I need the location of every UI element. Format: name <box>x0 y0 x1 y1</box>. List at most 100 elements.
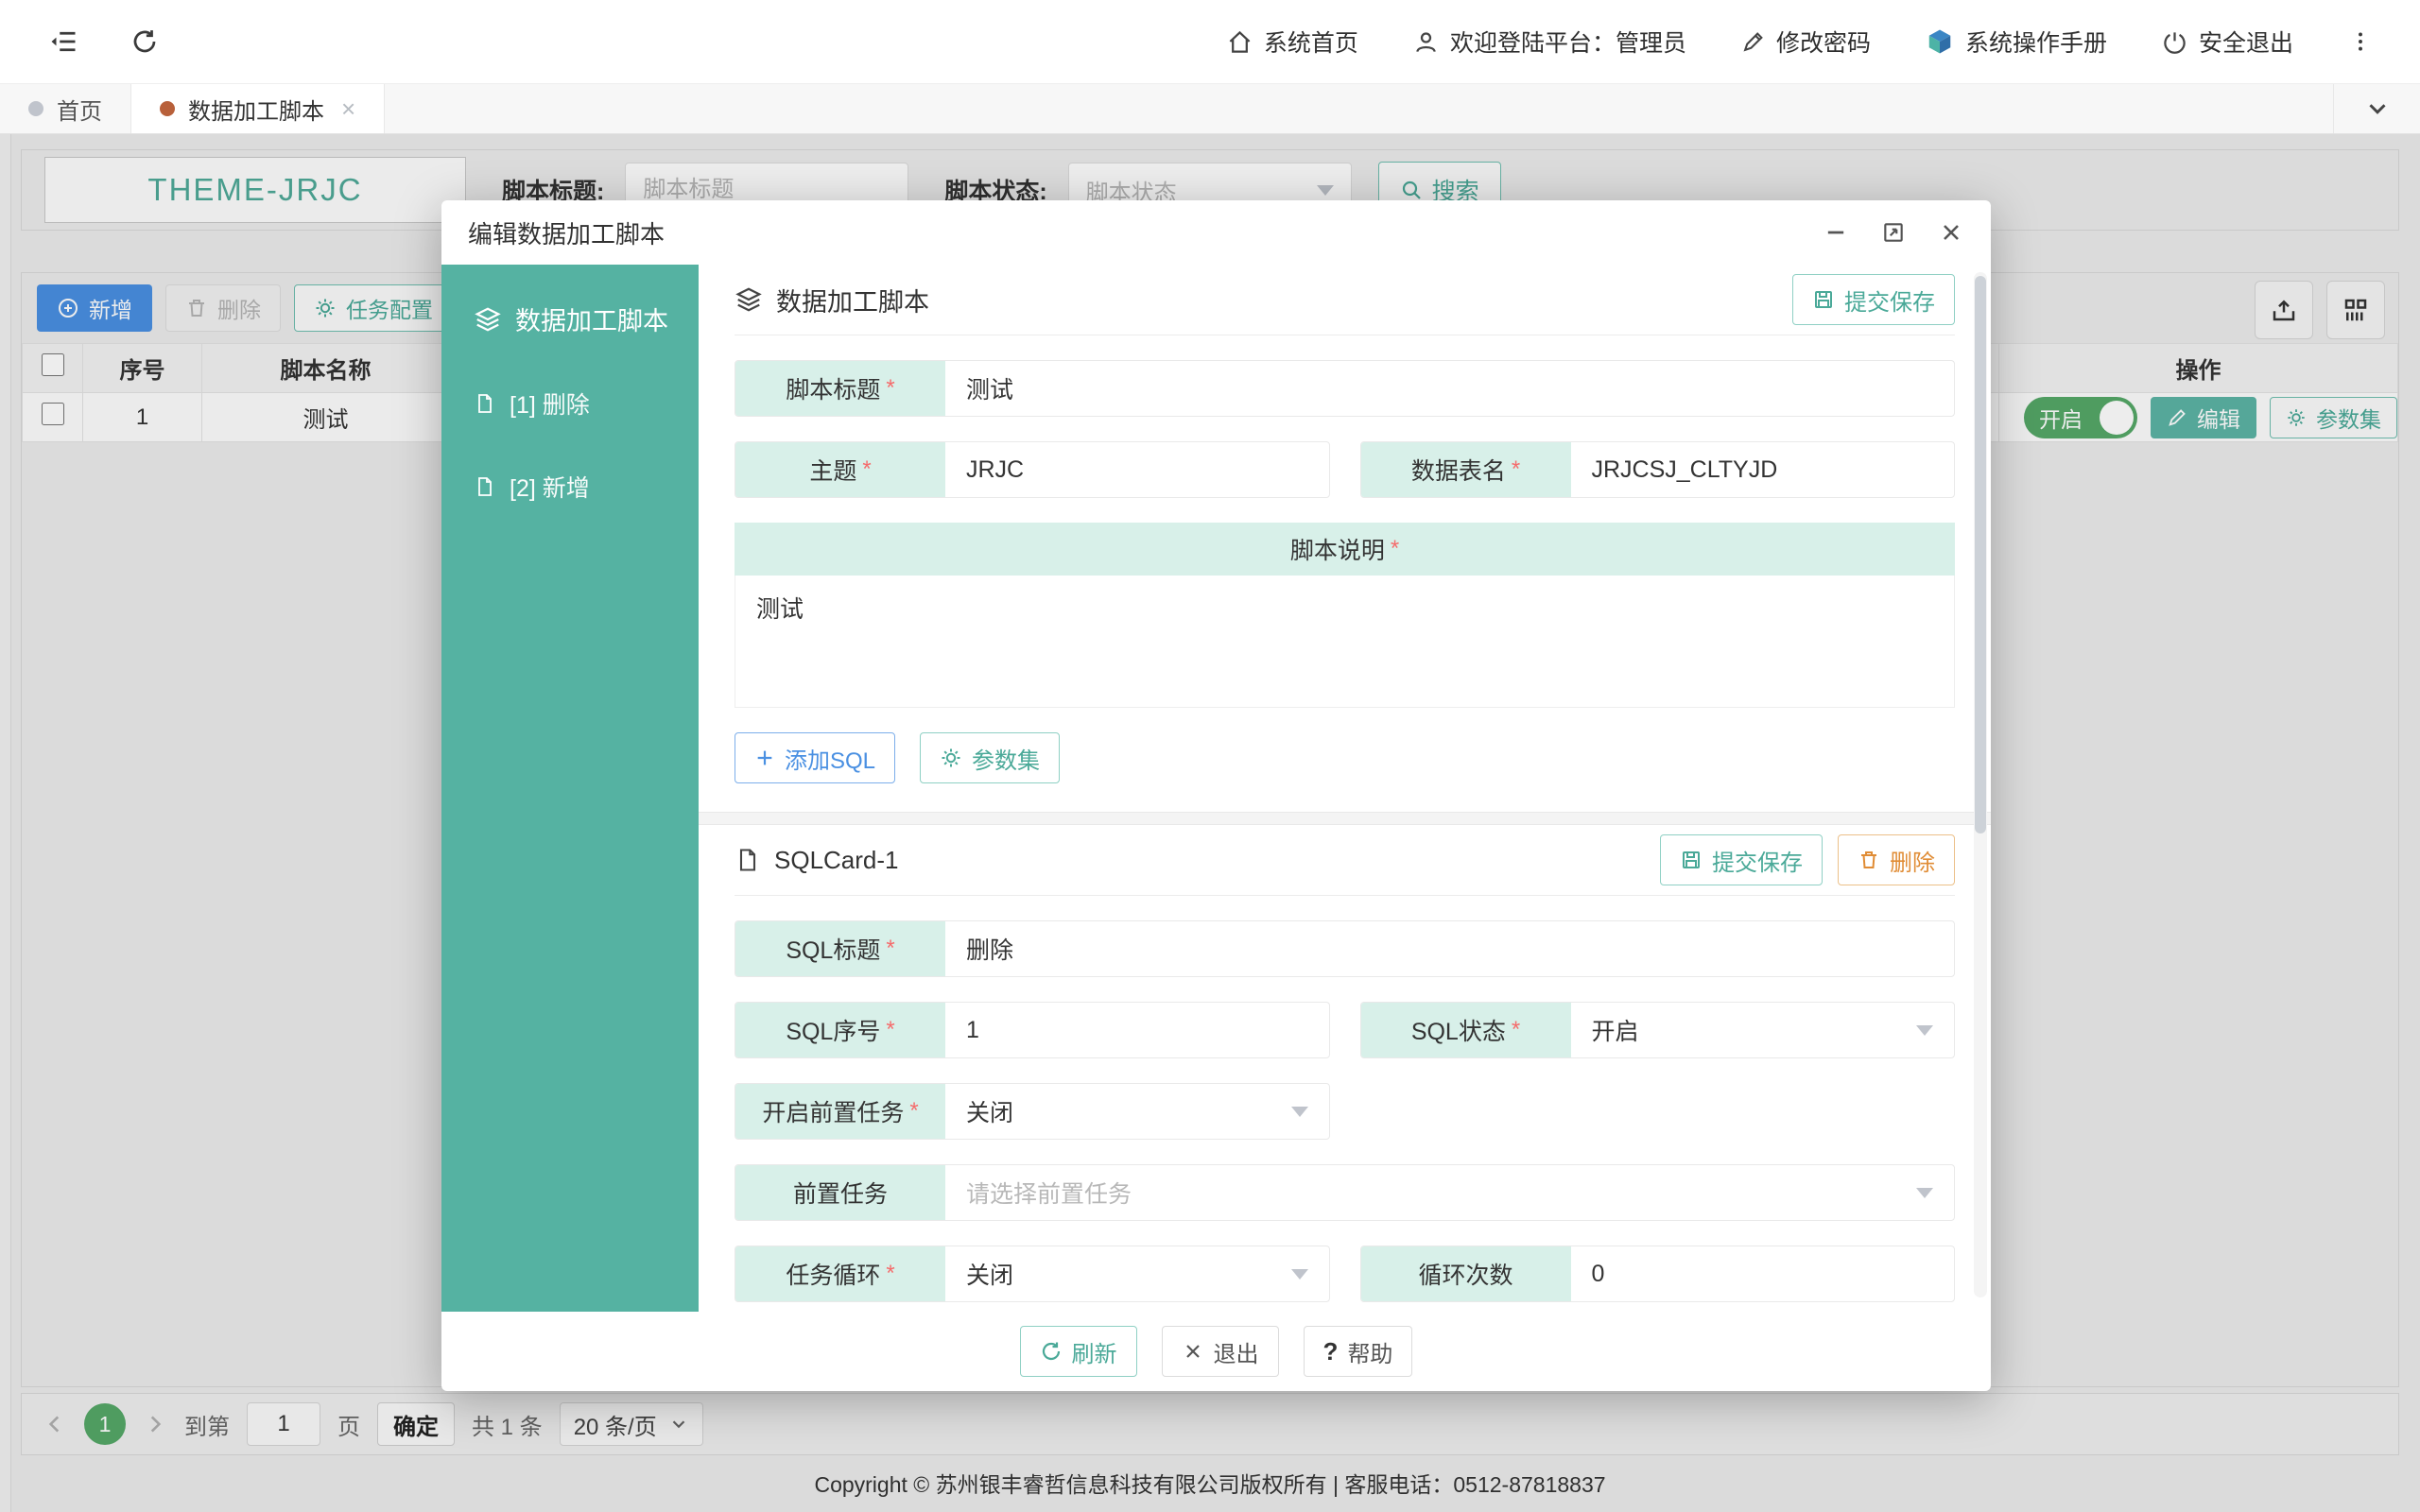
field-label: SQL序号 <box>786 1013 880 1047</box>
sql-status-select[interactable]: 开启 <box>1571 1003 1955 1057</box>
required-asterisk: * <box>1391 536 1399 562</box>
maximize-icon[interactable] <box>1881 220 1906 245</box>
required-asterisk: * <box>909 1098 918 1125</box>
document-icon <box>474 392 496 415</box>
edit-script-modal: 编辑数据加工脚本 数据加工脚本 <box>441 200 1991 1391</box>
table-name-value[interactable]: JRJCSJ_CLTYJD <box>1571 442 1955 497</box>
section-separator <box>699 812 1991 825</box>
field-label: SQL标题 <box>786 932 880 966</box>
theme-value[interactable]: JRJC <box>945 442 1329 497</box>
param-set-button[interactable]: 参数集 <box>920 732 1060 783</box>
refresh-icon[interactable] <box>130 27 159 56</box>
sidebar-item-sql-1[interactable]: [1] 删除 <box>474 387 699 421</box>
select-placeholder: 请选择前置任务 <box>966 1176 1132 1210</box>
field-label: 主题 <box>809 453 856 487</box>
field-label: 脚本说明 <box>1290 532 1385 566</box>
modal-title-bar: 编辑数据加工脚本 <box>441 200 1991 265</box>
nav-label: 欢迎登陆平台：管理员 <box>1450 25 1686 59</box>
required-asterisk: * <box>886 936 894 962</box>
nav-change-password[interactable]: 修改密码 <box>1741 25 1871 59</box>
document-icon <box>474 475 496 498</box>
gear-icon <box>940 747 962 769</box>
scrollbar-thumb[interactable] <box>1975 276 1986 833</box>
field-label: 任务循环 <box>786 1257 880 1291</box>
sql-title-value[interactable]: 删除 <box>945 921 1954 976</box>
task-loop-select[interactable]: 关闭 <box>945 1246 1329 1301</box>
save-icon <box>1680 849 1703 871</box>
tab-close-icon[interactable]: × <box>341 96 355 121</box>
chevron-down-icon <box>1916 1025 1933 1036</box>
tab-data-script[interactable]: 数据加工脚本 × <box>131 84 385 133</box>
tab-dot-icon <box>160 101 175 116</box>
document-icon <box>735 847 761 873</box>
collapse-menu-icon[interactable] <box>49 27 78 56</box>
field-label: 循环次数 <box>1418 1257 1512 1291</box>
plus-icon <box>754 747 775 768</box>
select-value: 开启 <box>1592 1013 1639 1047</box>
save-button-label: 提交保存 <box>1844 284 1935 317</box>
script-save-button[interactable]: 提交保存 <box>1792 274 1955 325</box>
sql-seq-value[interactable]: 1 <box>945 1003 1329 1057</box>
refresh-icon <box>1040 1340 1063 1363</box>
required-asterisk: * <box>886 1017 894 1043</box>
help-button[interactable]: ? 帮助 <box>1304 1326 1413 1377</box>
layers-icon <box>735 285 763 314</box>
minimize-icon[interactable] <box>1823 219 1849 246</box>
sql-save-button[interactable]: 提交保存 <box>1660 834 1823 885</box>
close-icon[interactable] <box>1938 219 1964 246</box>
refresh-button-label: 刷新 <box>1072 1335 1117 1368</box>
save-button-label: 提交保存 <box>1712 844 1803 877</box>
add-sql-button[interactable]: 添加SQL <box>735 732 895 783</box>
sidebar-item-label: [1] 删除 <box>510 387 590 421</box>
script-desc-textarea[interactable]: 测试 <box>735 576 1955 708</box>
nav-welcome-user[interactable]: 欢迎登陆平台：管理员 <box>1413 25 1686 59</box>
exit-button[interactable]: 退出 <box>1162 1326 1279 1377</box>
sql-seq-field: SQL序号* 1 <box>735 1002 1330 1058</box>
tab-dot-icon <box>28 101 43 116</box>
tab-home[interactable]: 首页 <box>0 84 131 133</box>
script-title-value[interactable]: 测试 <box>945 361 1954 416</box>
pen-icon <box>1741 30 1765 54</box>
chevron-down-icon <box>1291 1107 1308 1117</box>
task-loop-field: 任务循环* 关闭 <box>735 1246 1330 1302</box>
sql-section-title: SQLCard-1 <box>774 846 899 875</box>
nav-manual[interactable]: 系统操作手册 <box>1926 25 2107 59</box>
modal-title: 编辑数据加工脚本 <box>468 215 665 250</box>
help-button-label: 帮助 <box>1347 1335 1392 1368</box>
tab-label: 数据加工脚本 <box>188 93 324 126</box>
required-asterisk: * <box>1512 1017 1520 1043</box>
sql-status-field: SQL状态* 开启 <box>1360 1002 1956 1058</box>
nav-system-home[interactable]: 系统首页 <box>1227 25 1358 59</box>
chevron-down-icon <box>1291 1269 1308 1280</box>
field-label: 前置任务 <box>793 1176 888 1210</box>
script-title-field: 脚本标题* 测试 <box>735 360 1955 417</box>
select-value: 关闭 <box>966 1257 1013 1291</box>
chevron-down-icon <box>1916 1188 1933 1198</box>
close-icon <box>1182 1340 1204 1363</box>
nav-label: 安全退出 <box>2199 25 2293 59</box>
loop-count-value[interactable]: 0 <box>1571 1246 1955 1301</box>
modal-sidebar: 数据加工脚本 [1] 删除 [2] 新增 <box>441 265 699 1312</box>
tab-bar: 首页 数据加工脚本 × <box>0 83 2420 134</box>
select-value: 关闭 <box>966 1094 1013 1128</box>
modal-content: 数据加工脚本 提交保存 脚本标题* 测试 <box>699 265 1991 1312</box>
more-menu-icon[interactable] <box>2348 29 2373 54</box>
theme-field: 主题* JRJC <box>735 441 1330 498</box>
sql-delete-button[interactable]: 删除 <box>1838 834 1955 885</box>
modal-scrollbar[interactable] <box>1974 272 1987 1297</box>
sql-section-header: SQLCard-1 提交保存 删除 <box>735 825 1955 895</box>
refresh-button[interactable]: 刷新 <box>1020 1326 1137 1377</box>
sidebar-item-script[interactable]: 数据加工脚本 <box>474 301 699 337</box>
nav-logout[interactable]: 安全退出 <box>2162 25 2293 59</box>
script-section-header: 数据加工脚本 提交保存 <box>735 265 1955 335</box>
sidebar-item-label: [2] 新增 <box>510 470 590 504</box>
field-label: SQL状态 <box>1411 1013 1506 1047</box>
sidebar-item-sql-2[interactable]: [2] 新增 <box>474 470 699 504</box>
pre-task-switch-select[interactable]: 关闭 <box>945 1084 1329 1139</box>
required-asterisk: * <box>862 456 871 483</box>
loop-count-field: 循环次数 0 <box>1360 1246 1956 1302</box>
pre-task-select[interactable]: 请选择前置任务 <box>945 1165 1954 1220</box>
tab-list-chevron[interactable] <box>2333 84 2420 133</box>
field-label: 开启前置任务 <box>762 1094 904 1128</box>
required-asterisk: * <box>886 375 894 402</box>
